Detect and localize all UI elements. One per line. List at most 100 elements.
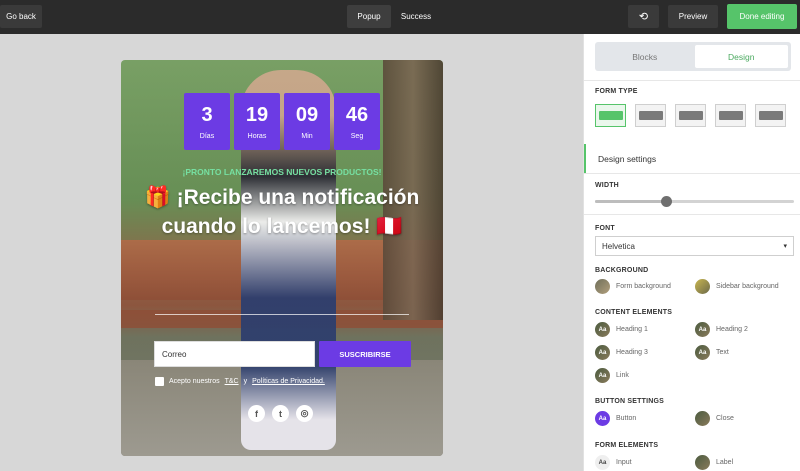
heading-1-label: Heading 1 bbox=[616, 326, 648, 333]
label-label: Label bbox=[716, 459, 734, 466]
consent-mid: y bbox=[243, 378, 248, 385]
link-setting[interactable]: Aa Link bbox=[595, 368, 629, 383]
form-type-fullscreen[interactable] bbox=[715, 104, 746, 127]
instagram-icon[interactable]: ◎ bbox=[296, 405, 313, 422]
form-type-title: FORM TYPE bbox=[595, 88, 638, 95]
text-swatch: Aa bbox=[695, 345, 710, 360]
preview-button[interactable]: Preview bbox=[668, 5, 718, 28]
popup-preview[interactable]: 3 Días 19 Horas 09 Min 46 Seg ¡PRONTO LA… bbox=[121, 60, 443, 456]
consent-row: Acepto nuestros T&C y Políticas de Priva… bbox=[155, 377, 325, 386]
privacy-link[interactable]: Políticas de Privacidad. bbox=[252, 378, 325, 385]
button-label: Button bbox=[616, 415, 637, 422]
link-swatch: Aa bbox=[595, 368, 610, 383]
sidebar-background-swatch bbox=[695, 279, 710, 294]
chevron-down-icon: ▾ bbox=[783, 243, 787, 250]
panel-tabs: Blocks Design bbox=[595, 42, 791, 71]
design-settings-header[interactable]: Design settings bbox=[584, 144, 800, 173]
form-type-bar[interactable] bbox=[635, 104, 666, 127]
undo-icon: ⟲ bbox=[638, 11, 649, 23]
consent-checkbox[interactable] bbox=[155, 377, 164, 386]
button-setting[interactable]: Aa Button bbox=[595, 411, 636, 426]
form-type-slide-icon bbox=[678, 111, 703, 120]
heading-3-swatch: Aa bbox=[595, 345, 610, 360]
close-label: Close bbox=[716, 415, 734, 422]
content-elements-title: CONTENT ELEMENTS bbox=[595, 309, 673, 316]
tab-design[interactable]: Design bbox=[694, 45, 788, 68]
width-slider[interactable] bbox=[595, 196, 794, 207]
form-elements-title: FORM ELEMENTS bbox=[595, 442, 659, 449]
countdown-seconds-label: Seg bbox=[350, 132, 364, 140]
form-type-fullscreen-icon bbox=[718, 111, 743, 120]
divider bbox=[584, 173, 800, 174]
popup-headline[interactable]: 🎁 ¡Recibe una notificación cuando lo lan… bbox=[141, 183, 423, 241]
form-type-embedded-icon bbox=[758, 111, 783, 120]
tab-popup[interactable]: Popup bbox=[347, 5, 391, 28]
done-editing-button[interactable]: Done editing bbox=[727, 4, 797, 29]
popup-kicker[interactable]: ¡PRONTO LANZAREMOS NUEVOS PRODUCTOS! bbox=[121, 167, 443, 177]
facebook-icon[interactable]: f bbox=[248, 405, 265, 422]
subscribe-button[interactable]: SUSCRIBIRSE bbox=[319, 341, 411, 367]
countdown-minutes-value: 09 bbox=[295, 103, 319, 126]
input-swatch: Aa bbox=[595, 455, 610, 470]
consent-prefix: Acepto nuestros bbox=[169, 378, 220, 385]
sidebar-background-setting[interactable]: Sidebar background bbox=[695, 279, 779, 294]
form-type-bar-icon bbox=[638, 111, 663, 120]
close-setting[interactable]: Close bbox=[695, 411, 734, 426]
top-bar: Go back Popup Success ⟲ Preview Done edi… bbox=[0, 0, 800, 34]
heading-1-swatch: Aa bbox=[595, 322, 610, 337]
input-label: Input bbox=[616, 459, 632, 466]
go-back-button[interactable]: Go back bbox=[0, 5, 42, 28]
button-swatch: Aa bbox=[595, 411, 610, 426]
heading-3-label: Heading 3 bbox=[616, 349, 648, 356]
divider bbox=[584, 214, 800, 215]
countdown-days-value: 3 bbox=[201, 103, 213, 126]
form-type-embedded[interactable] bbox=[755, 104, 786, 127]
social-links: f t ◎ bbox=[248, 405, 313, 422]
form-type-slide[interactable] bbox=[675, 104, 706, 127]
heading-3-setting[interactable]: Aa Heading 3 bbox=[595, 345, 648, 360]
form-type-popup-icon bbox=[598, 111, 623, 120]
width-slider-fill bbox=[595, 200, 667, 203]
sidebar-background-label: Sidebar background bbox=[716, 283, 779, 290]
undo-button[interactable]: ⟲ bbox=[628, 5, 659, 28]
countdown-days: 3 Días bbox=[184, 93, 230, 150]
divider bbox=[584, 80, 800, 81]
heading-2-swatch: Aa bbox=[695, 322, 710, 337]
email-field[interactable]: Correo bbox=[154, 341, 315, 367]
background-title: BACKGROUND bbox=[595, 267, 649, 274]
heading-2-setting[interactable]: Aa Heading 2 bbox=[695, 322, 748, 337]
countdown-days-label: Días bbox=[199, 132, 215, 140]
font-select-value: Helvetica bbox=[602, 241, 635, 251]
text-label: Text bbox=[716, 349, 729, 356]
popup-divider bbox=[155, 314, 409, 315]
heading-2-label: Heading 2 bbox=[716, 326, 748, 333]
button-settings-title: BUTTON SETTINGS bbox=[595, 398, 664, 405]
countdown-timer[interactable]: 3 Días 19 Horas 09 Min 46 Seg bbox=[184, 93, 380, 150]
font-title: FONT bbox=[595, 225, 615, 232]
form-type-popup[interactable] bbox=[595, 104, 626, 127]
form-background-setting[interactable]: Form background bbox=[595, 279, 671, 294]
tab-blocks[interactable]: Blocks bbox=[598, 45, 692, 68]
text-setting[interactable]: Aa Text bbox=[695, 345, 729, 360]
terms-link[interactable]: T&C bbox=[225, 378, 239, 385]
form-background-swatch bbox=[595, 279, 610, 294]
label-setting[interactable]: Label bbox=[695, 455, 733, 470]
design-panel: Blocks Design FORM TYPE Design settings … bbox=[583, 34, 800, 471]
heading-1-setting[interactable]: Aa Heading 1 bbox=[595, 322, 648, 337]
countdown-seconds-value: 46 bbox=[345, 103, 369, 126]
width-slider-knob[interactable] bbox=[661, 196, 673, 207]
font-select[interactable]: Helvetica ▾ bbox=[595, 236, 794, 256]
countdown-seconds: 46 Seg bbox=[334, 93, 380, 150]
close-swatch bbox=[695, 411, 710, 426]
countdown-minutes-label: Min bbox=[301, 132, 313, 140]
form-background-label: Form background bbox=[616, 283, 671, 290]
twitter-icon[interactable]: t bbox=[272, 405, 289, 422]
countdown-hours-label: Horas bbox=[247, 132, 267, 140]
form-type-options bbox=[595, 104, 786, 127]
countdown-hours: 19 Horas bbox=[234, 93, 280, 150]
link-label: Link bbox=[616, 372, 629, 379]
input-setting[interactable]: Aa Input bbox=[595, 455, 632, 470]
tab-success[interactable]: Success bbox=[394, 5, 438, 28]
label-swatch bbox=[695, 455, 710, 470]
width-title: WIDTH bbox=[595, 182, 619, 189]
